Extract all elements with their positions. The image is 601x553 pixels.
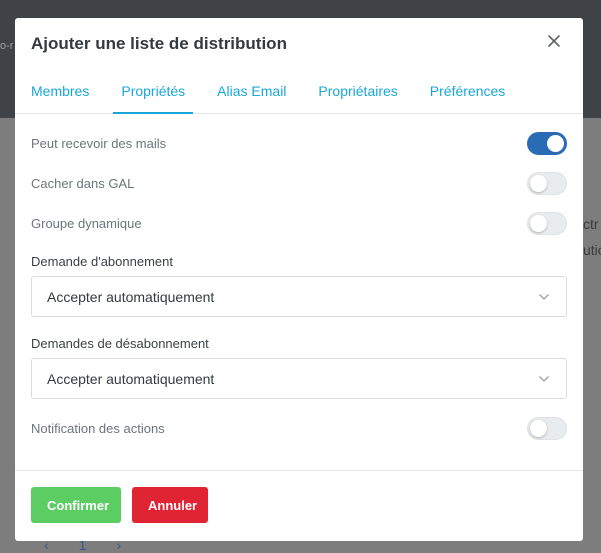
hide-gal-row: Cacher dans GAL <box>31 163 567 203</box>
subscribe-label: Demande d'abonnement <box>31 254 173 269</box>
cancel-button[interactable]: Annuler <box>132 487 208 523</box>
notify-toggle[interactable] <box>527 416 567 440</box>
chevron-down-icon <box>538 293 550 301</box>
can-receive-label: Peut recevoir des mails <box>31 135 167 151</box>
tab-membres[interactable]: Membres <box>31 68 89 113</box>
can-receive-row: Peut recevoir des mails <box>31 123 567 163</box>
toggle-knob <box>530 214 547 232</box>
distribution-list-modal: Ajouter une liste de distribution Membre… <box>15 18 583 541</box>
background-text-fragment: utio <box>583 242 601 258</box>
modal-header: Ajouter une liste de distribution <box>15 18 583 68</box>
tab-proprietaires[interactable]: Propriétaires <box>318 68 397 113</box>
can-receive-toggle[interactable] <box>527 131 567 155</box>
subscribe-value: Accepter automatiquement <box>47 288 215 305</box>
close-button[interactable] <box>545 32 563 50</box>
dynamic-group-label: Groupe dynamique <box>31 215 142 231</box>
modal-tabs: Membres Propriétés Alias Email Propriéta… <box>15 68 583 114</box>
notify-row: Notification des actions <box>31 408 567 448</box>
chevron-down-icon <box>538 375 550 383</box>
properties-panel: Peut recevoir des mails Cacher dans GAL … <box>15 123 583 448</box>
tab-alias-email[interactable]: Alias Email <box>217 68 286 113</box>
toggle-knob <box>530 419 547 437</box>
notify-label: Notification des actions <box>31 420 165 436</box>
modal-footer: Confirmer Annuler <box>15 470 583 541</box>
dynamic-group-toggle[interactable] <box>527 211 567 235</box>
unsubscribe-select[interactable]: Accepter automatiquement <box>31 358 567 399</box>
subscribe-select[interactable]: Accepter automatiquement <box>31 276 567 317</box>
background-text-fragment: o-r <box>0 40 14 52</box>
close-icon <box>548 35 560 47</box>
unsubscribe-value: Accepter automatiquement <box>47 370 215 387</box>
background-text-fragment: ctr <box>583 216 599 232</box>
toggle-knob <box>547 134 564 152</box>
modal-title: Ajouter une liste de distribution <box>31 34 287 53</box>
hide-gal-label: Cacher dans GAL <box>31 175 135 191</box>
dynamic-group-row: Groupe dynamique <box>31 203 567 243</box>
unsubscribe-label: Demandes de désabonnement <box>31 336 209 351</box>
hide-gal-toggle[interactable] <box>527 171 567 195</box>
confirm-button[interactable]: Confirmer <box>31 487 121 523</box>
tab-preferences[interactable]: Préférences <box>430 68 505 113</box>
tab-proprietes[interactable]: Propriétés <box>113 68 193 114</box>
toggle-knob <box>530 174 547 192</box>
